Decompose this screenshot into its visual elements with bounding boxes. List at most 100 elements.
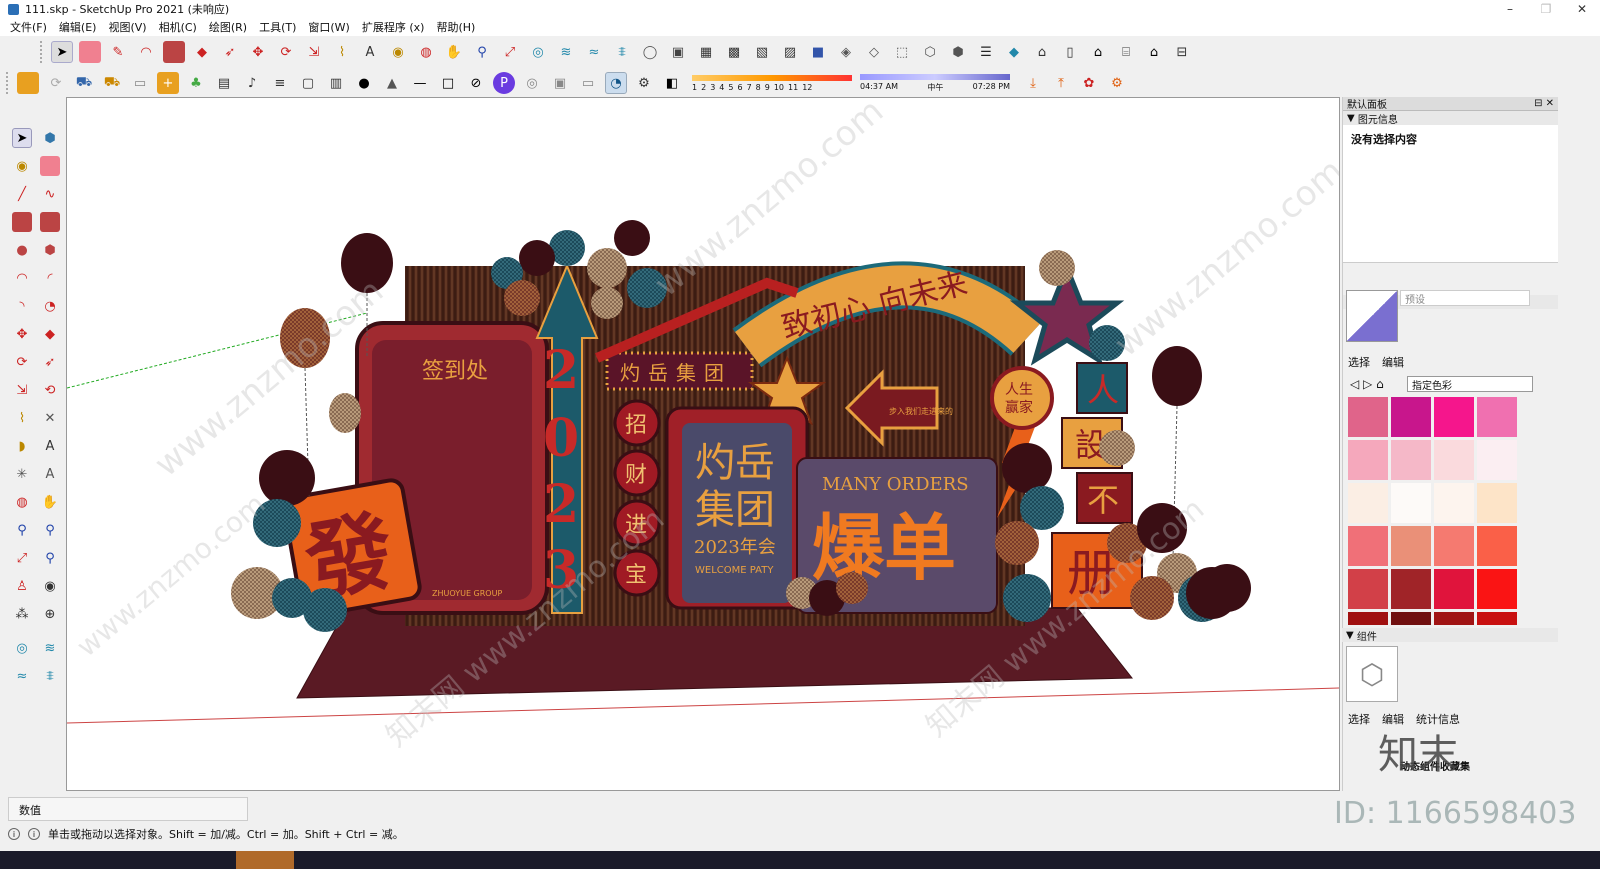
color-swatch[interactable]	[1348, 397, 1388, 437]
rotate-icon[interactable]: ⟳	[275, 41, 297, 63]
move-tool-icon[interactable]: ✥	[12, 324, 32, 344]
section-plane-icon[interactable]: ◆	[1003, 41, 1025, 63]
move-icon[interactable]: ✥	[247, 41, 269, 63]
warehouse-icon[interactable]: ▣	[667, 41, 689, 63]
rotated-rect-icon[interactable]	[40, 212, 60, 232]
tab-select[interactable]: 选择	[1348, 354, 1370, 370]
style-xray-icon[interactable]: ▦	[695, 41, 717, 63]
rotate-tool-icon[interactable]: ⟳	[12, 352, 32, 372]
toolbar-grip[interactable]	[40, 41, 44, 63]
dimension-tool-icon[interactable]: ✕	[40, 408, 60, 428]
menu-window[interactable]: 窗口(W)	[308, 19, 349, 35]
rectangle-icon[interactable]	[163, 41, 185, 63]
photo-icon[interactable]: ▭	[129, 72, 151, 94]
freehand-icon[interactable]: ∿	[40, 184, 60, 204]
close-button[interactable]: ✕	[1564, 0, 1600, 18]
plugin-red-icon[interactable]: ✿	[1078, 72, 1100, 94]
color-swatch[interactable]	[1434, 397, 1474, 437]
select-icon[interactable]: ➤	[12, 128, 32, 148]
color-swatch[interactable]	[1434, 526, 1474, 566]
arc-icon[interactable]: ◠	[135, 41, 157, 63]
arc-3pt-icon[interactable]: ◝	[12, 296, 32, 316]
color-swatch[interactable]	[1348, 526, 1388, 566]
3d-text-icon[interactable]: A	[40, 464, 60, 484]
layers-icon[interactable]: ☰	[975, 41, 997, 63]
taskbar-active-app[interactable]	[236, 851, 294, 869]
square-icon[interactable]: □	[437, 72, 459, 94]
tab-select[interactable]: 选择	[1348, 711, 1370, 727]
color-swatch[interactable]	[1391, 397, 1431, 437]
restore-button[interactable]: ❐	[1528, 0, 1564, 18]
color-swatch[interactable]	[1391, 612, 1431, 625]
orbit-tool-icon[interactable]: ◍	[12, 492, 32, 512]
sandbox-contours-icon[interactable]: ◎	[527, 41, 549, 63]
color-swatch[interactable]	[1391, 569, 1431, 609]
color-swatch[interactable]	[1477, 569, 1517, 609]
color-swatch[interactable]	[1348, 440, 1388, 480]
protractor-icon[interactable]: ◗	[12, 436, 32, 456]
entity-info-header[interactable]: ▼ 图元信息	[1343, 111, 1558, 126]
info-icon[interactable]: i	[28, 828, 40, 840]
camera-icon[interactable]: ▭	[577, 72, 599, 94]
sandbox-scratch-tool-icon[interactable]: ≋	[40, 638, 60, 658]
download-icon[interactable]: ⤓	[1022, 72, 1044, 94]
sliders-icon[interactable]: ≡	[269, 72, 291, 94]
color-swatch[interactable]	[1434, 440, 1474, 480]
scene-add-icon[interactable]: ▣	[549, 72, 571, 94]
style-textured-icon[interactable]: ■	[807, 41, 829, 63]
section-tool-icon[interactable]: ⊕	[40, 604, 60, 624]
zoom-ext-tool-icon[interactable]: ⤢	[12, 548, 32, 568]
color-swatch[interactable]	[1348, 483, 1388, 523]
iso-view-icon[interactable]: ◈	[835, 41, 857, 63]
shield-plus-icon[interactable]: +	[157, 72, 179, 94]
front-view-icon[interactable]: ⬚	[891, 41, 913, 63]
position-camera-icon[interactable]: ♙	[12, 576, 32, 596]
color-swatch[interactable]	[1477, 612, 1517, 625]
style-shaded-icon[interactable]: ▨	[779, 41, 801, 63]
text-label-icon[interactable]: A	[40, 436, 60, 456]
sandbox-smoove-icon[interactable]: ≈	[583, 41, 605, 63]
axes-icon[interactable]: ✳	[12, 464, 32, 484]
time-slider-track[interactable]	[860, 73, 1010, 80]
text-tool-icon[interactable]: A	[359, 41, 381, 63]
zoom-icon[interactable]: ⚲	[471, 41, 493, 63]
menu-tools[interactable]: 工具(T)	[259, 19, 296, 35]
color-swatch[interactable]	[1477, 526, 1517, 566]
circle-icon[interactable]: ●	[12, 240, 32, 260]
nav-arrows-icon[interactable]: ◁ ▷ ⌂	[1350, 377, 1384, 391]
door-icon[interactable]: ▯	[1059, 41, 1081, 63]
paint-icon[interactable]: ◉	[12, 156, 32, 176]
components-header[interactable]: ▼ 组件	[1342, 628, 1558, 643]
house-outline-icon[interactable]: ⌂	[1143, 41, 1165, 63]
push-pull-icon[interactable]: ◆	[191, 41, 213, 63]
home-icon[interactable]: ⌂	[1087, 41, 1109, 63]
shadow-clock-icon[interactable]: ◔	[605, 72, 627, 94]
pan-tool-icon[interactable]: ✋	[40, 492, 60, 512]
offset-tool-icon[interactable]: ⟲	[40, 380, 60, 400]
color-swatch[interactable]	[1434, 483, 1474, 523]
color-swatch[interactable]	[1348, 569, 1388, 609]
cone-icon[interactable]: ▲	[381, 72, 403, 94]
sandbox-contour-tool-icon[interactable]: ◎	[12, 638, 32, 658]
measurements-box[interactable]: 数值	[8, 797, 248, 821]
drawing-viewport[interactable]: 签到处 ZHUOYUE GROUP 2 0 2 3 灼岳集团 招 财 进 宝 致…	[66, 97, 1340, 791]
color-swatch[interactable]	[1477, 440, 1517, 480]
pencil-icon[interactable]: ✎	[107, 41, 129, 63]
upload-icon[interactable]: ⤒	[1050, 72, 1072, 94]
chart-icon[interactable]: ▥	[325, 72, 347, 94]
back-view-icon[interactable]: ⬢	[947, 41, 969, 63]
select-tool-icon[interactable]: ➤	[51, 41, 73, 63]
tape-tool-icon[interactable]: ⌇	[12, 408, 32, 428]
color-swatch[interactable]	[1477, 397, 1517, 437]
minimize-button[interactable]: –	[1492, 0, 1528, 18]
pin-icon[interactable]: ⊟ ✕	[1534, 98, 1554, 109]
color-swatch[interactable]	[1477, 483, 1517, 523]
scene-icon[interactable]: ◎	[521, 72, 543, 94]
menu-help[interactable]: 帮助(H)	[436, 19, 475, 35]
material-name-field[interactable]: 预设	[1400, 290, 1530, 306]
polygon-icon[interactable]: ⬢	[40, 240, 60, 260]
color-swatch[interactable]	[1434, 612, 1474, 625]
color-swatch[interactable]	[1348, 612, 1388, 625]
sandbox-stamp-tool-icon[interactable]: ⩨	[40, 666, 60, 686]
scale-icon[interactable]: ⇲	[303, 41, 325, 63]
